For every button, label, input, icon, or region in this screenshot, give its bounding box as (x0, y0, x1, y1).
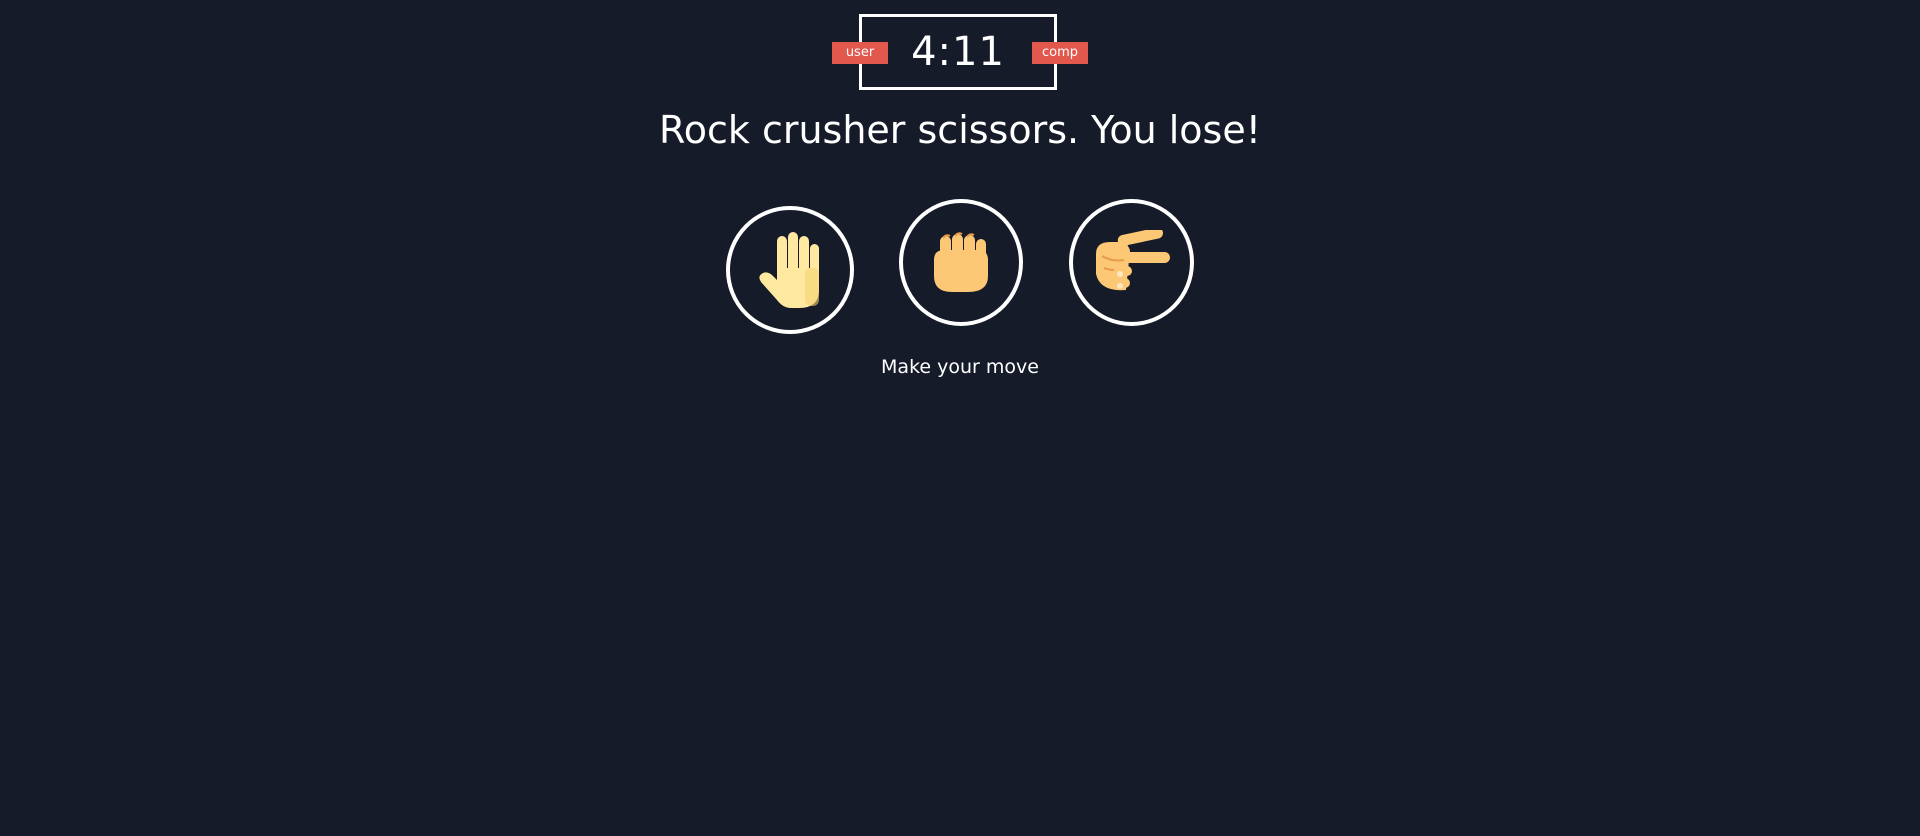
hand-paper-icon (759, 232, 819, 308)
game-stage: 4:11 user comp Rock crusher scissors. Yo… (0, 0, 1920, 836)
scissors-choice-button[interactable] (1069, 199, 1194, 326)
paper-choice-button[interactable] (726, 206, 854, 334)
status-message: Make your move (881, 356, 1039, 378)
hand-scissors-icon (1095, 229, 1170, 290)
user-badge: user (832, 42, 888, 64)
score-display: 4:11 (911, 29, 1005, 75)
scoreboard: 4:11 (859, 14, 1057, 90)
fist-rock-icon (934, 231, 988, 292)
result-message: Rock crusher scissors. You lose! (659, 108, 1261, 152)
rock-choice-button[interactable] (899, 199, 1023, 326)
comp-badge: comp (1032, 42, 1088, 64)
